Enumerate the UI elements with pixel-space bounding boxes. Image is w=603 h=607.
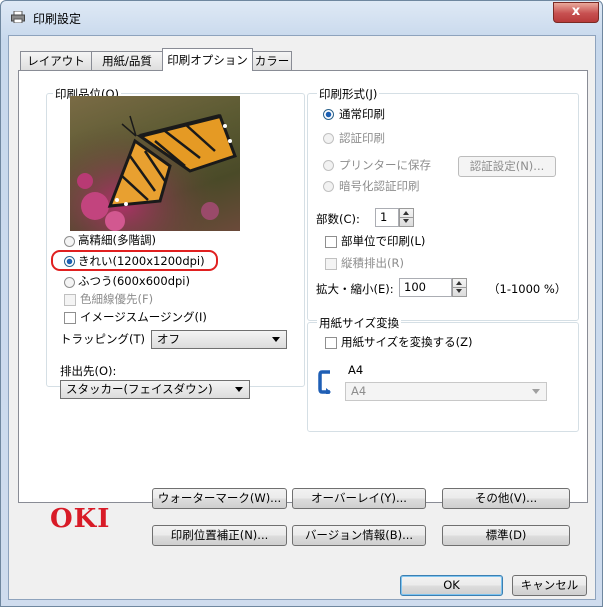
format-store-radio[interactable] [323, 160, 334, 171]
oki-logo: OKI [50, 504, 111, 534]
chevron-down-icon [532, 389, 540, 394]
output-select[interactable]: スタッカー(フェイスダウン) [60, 380, 250, 399]
scale-range-label: （1-1000 %） [488, 282, 567, 296]
format-store-label: プリンターに保存 [339, 158, 431, 172]
position-adjust-button[interactable]: 印刷位置補正(N)... [152, 525, 287, 546]
trapping-value: オフ [157, 332, 180, 346]
arrow-up-icon [456, 281, 462, 285]
format-normal-label: 通常印刷 [339, 107, 385, 121]
paper-size-convert-label: 用紙サイズ変換 [317, 315, 402, 331]
quality-high-radio[interactable] [64, 236, 75, 247]
collate-checkbox[interactable] [325, 236, 337, 248]
format-encrypted-label: 暗号化認証印刷 [339, 179, 420, 193]
scale-input[interactable]: 100 [399, 278, 452, 297]
printer-icon [11, 11, 25, 23]
format-auth-label: 認証印刷 [339, 131, 385, 145]
output-value: スタッカー(フェイスダウン) [66, 382, 213, 396]
standard-button[interactable]: 標準(D) [442, 525, 570, 546]
copies-spinner[interactable] [399, 208, 414, 227]
butterfly-image [70, 96, 240, 231]
collate-label: 部単位で印刷(L) [341, 234, 426, 248]
target-size-select[interactable]: A4 [345, 382, 547, 401]
thin-line-label: 色細線優先(F) [80, 292, 154, 306]
copies-input[interactable]: 1 [375, 208, 399, 227]
scale-spinner[interactable] [452, 278, 467, 297]
convert-paper-size-label: 用紙サイズを変換する(Z) [341, 335, 473, 349]
copies-label: 部数(C): [316, 212, 360, 226]
tab-paper-quality[interactable]: 用紙/品質 [91, 51, 163, 70]
overlay-button[interactable]: オーバーレイ(Y)... [292, 488, 426, 509]
quality-normal-radio[interactable] [64, 277, 75, 288]
vertical-output-checkbox[interactable] [325, 258, 337, 270]
target-size-value: A4 [351, 384, 367, 398]
other-button[interactable]: その他(V)... [442, 488, 570, 509]
trapping-select[interactable]: オフ [151, 330, 287, 349]
cancel-button[interactable]: キャンセル [512, 575, 587, 596]
format-encrypted-radio[interactable] [323, 181, 334, 192]
tab-print-options[interactable]: 印刷オプション [162, 48, 253, 71]
scale-label: 拡大・縮小(E): [316, 282, 394, 296]
tab-layout[interactable]: レイアウト [20, 51, 92, 70]
convert-paper-size-checkbox[interactable] [325, 337, 337, 349]
close-button[interactable]: x [553, 2, 599, 23]
format-auth-radio[interactable] [323, 133, 334, 144]
spinner-divider [400, 217, 413, 218]
image-smoothing-checkbox[interactable] [64, 312, 76, 324]
auth-settings-button[interactable]: 認証設定(N)... [458, 156, 556, 177]
watermark-button[interactable]: ウォーターマーク(W)... [152, 488, 287, 509]
title-bar: 印刷設定 x [1, 1, 602, 35]
chevron-down-icon [235, 387, 243, 392]
thin-line-checkbox[interactable] [64, 294, 76, 306]
spinner-divider [453, 287, 466, 288]
trapping-label: トラッピング(T) [60, 332, 145, 346]
arrow-down-icon [403, 219, 409, 223]
arrow-up-icon [403, 211, 409, 215]
source-size-label: A4 [348, 363, 364, 377]
vertical-output-label: 縦積排出(R) [341, 256, 404, 270]
format-normal-radio[interactable] [323, 109, 334, 120]
arrow-down-icon [456, 289, 462, 293]
quality-high-label: 高精細(多階調) [78, 233, 156, 247]
image-smoothing-label: イメージスムージング(I) [80, 310, 207, 324]
ok-button[interactable]: OK [400, 575, 503, 596]
quality-normal-label: ふつう(600x600dpi) [78, 274, 190, 288]
chevron-down-icon [272, 337, 280, 342]
print-format-label: 印刷形式(J) [317, 86, 380, 102]
print-quality-preview-image [70, 96, 240, 231]
output-label: 排出先(O): [60, 364, 117, 378]
window-title: 印刷設定 [33, 12, 82, 26]
convert-arrow-icon [318, 370, 331, 394]
highlight-outline [51, 250, 218, 271]
version-info-button[interactable]: バージョン情報(B)... [292, 525, 426, 546]
tab-color[interactable]: カラー [252, 51, 292, 70]
